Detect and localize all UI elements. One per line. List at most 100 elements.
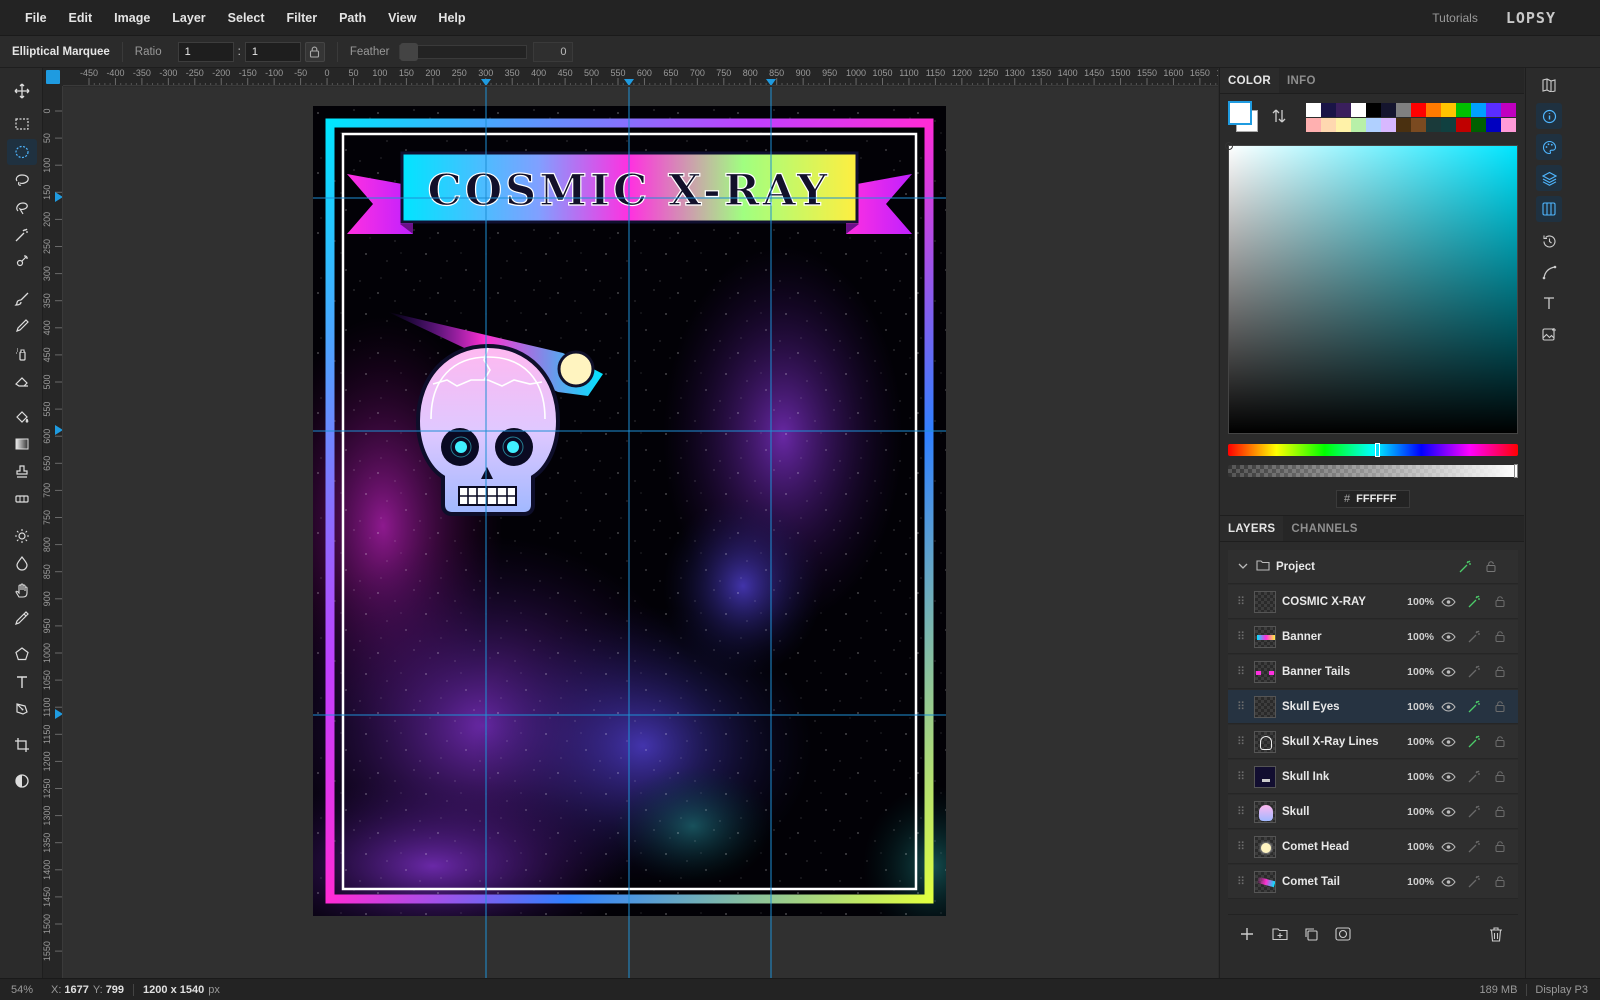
feather-slider[interactable] xyxy=(399,42,528,61)
menu-view[interactable]: View xyxy=(377,11,427,25)
drag-handle-icon[interactable]: ⠿ xyxy=(1236,875,1246,888)
menu-edit[interactable]: Edit xyxy=(58,11,104,25)
layer-effects-icon[interactable] xyxy=(1462,700,1486,713)
menu-layer[interactable]: Layer xyxy=(161,11,216,25)
color-swatch[interactable] xyxy=(1396,103,1411,117)
channels-panel-button[interactable] xyxy=(1536,196,1562,222)
drag-handle-icon[interactable]: ⠿ xyxy=(1236,770,1246,783)
drag-handle-icon[interactable]: ⠿ xyxy=(1236,630,1246,643)
color-swatch[interactable] xyxy=(1321,103,1336,117)
color-swatch[interactable] xyxy=(1501,103,1516,117)
layer-row[interactable]: ⠿ Banner 100% xyxy=(1228,620,1518,654)
navigator-panel-button[interactable] xyxy=(1536,72,1562,98)
layer-effects-icon[interactable] xyxy=(1462,665,1486,678)
tutorials-link[interactable]: Tutorials xyxy=(1432,11,1478,25)
layer-effects-icon[interactable] xyxy=(1462,630,1486,643)
lasso-tool[interactable] xyxy=(7,167,37,193)
layer-name[interactable]: Skull Ink xyxy=(1282,771,1394,783)
layer-lock-icon[interactable] xyxy=(1488,876,1512,887)
character-panel-button[interactable] xyxy=(1536,290,1562,316)
ratio-height-input[interactable]: 1 xyxy=(244,41,301,62)
layer-effects-icon[interactable] xyxy=(1462,840,1486,853)
layer-row[interactable]: ⠿ Skull X-Ray Lines 100% xyxy=(1228,725,1518,759)
layer-lock-icon[interactable] xyxy=(1488,806,1512,817)
layer-name[interactable]: COSMIC X-RAY xyxy=(1282,596,1394,608)
brush-tool[interactable] xyxy=(7,286,37,312)
drag-handle-icon[interactable]: ⠿ xyxy=(1236,595,1246,608)
tab-info[interactable]: INFO xyxy=(1279,68,1324,93)
color-swatch[interactable] xyxy=(1456,118,1471,132)
color-swatch[interactable] xyxy=(1411,103,1426,117)
color-swatch[interactable] xyxy=(1351,103,1366,117)
layer-name[interactable]: Skull xyxy=(1282,806,1394,818)
layer-row[interactable]: ⠿ COSMIC X-RAY 100% xyxy=(1228,585,1518,619)
swap-colors-button[interactable] xyxy=(1272,108,1286,127)
hue-slider[interactable] xyxy=(1228,443,1518,457)
group-lock-icon[interactable] xyxy=(1479,561,1503,572)
menu-path[interactable]: Path xyxy=(328,11,377,25)
menu-select[interactable]: Select xyxy=(217,11,276,25)
color-swatch[interactable] xyxy=(1456,103,1471,117)
hue-slider-handle[interactable] xyxy=(1375,443,1380,457)
guide-marker[interactable] xyxy=(55,709,63,719)
alpha-slider-handle[interactable] xyxy=(1514,464,1518,478)
ratio-lock-button[interactable] xyxy=(304,41,325,62)
layer-lock-icon[interactable] xyxy=(1488,631,1512,642)
dodge-tool[interactable] xyxy=(7,523,37,549)
feather-value-input[interactable]: 0 xyxy=(533,41,574,62)
color-swatch[interactable] xyxy=(1486,118,1501,132)
layer-opacity[interactable]: 100% xyxy=(1394,666,1434,678)
visibility-eye-icon[interactable] xyxy=(1436,771,1460,782)
delete-layer-button[interactable] xyxy=(1489,927,1503,945)
layer-opacity[interactable]: 100% xyxy=(1394,701,1434,713)
hex-input[interactable]: # FFFFFF xyxy=(1336,490,1410,508)
ratio-width-input[interactable]: 1 xyxy=(177,41,234,62)
tab-channels[interactable]: CHANNELS xyxy=(1283,516,1365,541)
guide-marker[interactable] xyxy=(55,192,63,202)
layer-name[interactable]: Banner Tails xyxy=(1282,666,1394,678)
add-mask-button[interactable] xyxy=(1335,927,1351,944)
text-tool[interactable] xyxy=(7,669,37,695)
new-group-button[interactable] xyxy=(1272,927,1288,944)
layer-effects-icon[interactable] xyxy=(1462,805,1486,818)
quick-select-tool[interactable] xyxy=(7,249,37,275)
color-swatch[interactable] xyxy=(1486,103,1501,117)
guide-marker[interactable] xyxy=(766,79,776,86)
layer-row[interactable]: ⠿ Skull Eyes 100% xyxy=(1228,690,1518,724)
color-swatch[interactable] xyxy=(1441,118,1456,132)
layer-opacity[interactable]: 100% xyxy=(1394,876,1434,888)
visibility-eye-icon[interactable] xyxy=(1436,806,1460,817)
menu-help[interactable]: Help xyxy=(427,11,476,25)
primary-color-swatch[interactable] xyxy=(1228,101,1252,125)
drag-handle-icon[interactable]: ⠿ xyxy=(1236,840,1246,853)
spray-tool[interactable] xyxy=(7,341,37,367)
visibility-eye-icon[interactable] xyxy=(1436,596,1460,607)
drag-handle-icon[interactable]: ⠿ xyxy=(1236,735,1246,748)
color-swatch[interactable] xyxy=(1471,118,1486,132)
guide-marker[interactable] xyxy=(481,79,491,86)
canvas-workspace[interactable]: COSMIC X-RAY xyxy=(63,87,1218,978)
color-swatch[interactable] xyxy=(1306,103,1321,117)
visibility-eye-icon[interactable] xyxy=(1436,631,1460,642)
move-tool[interactable] xyxy=(7,78,37,104)
pencil-tool[interactable] xyxy=(7,313,37,339)
picker-cursor[interactable] xyxy=(1225,142,1233,150)
pen-tool[interactable] xyxy=(7,696,37,722)
color-swatch[interactable] xyxy=(1366,118,1381,132)
layer-lock-icon[interactable] xyxy=(1488,841,1512,852)
history-panel-button[interactable] xyxy=(1536,228,1562,254)
color-swatch[interactable] xyxy=(1501,118,1516,132)
visibility-eye-icon[interactable] xyxy=(1436,736,1460,747)
color-swatch[interactable] xyxy=(1441,103,1456,117)
color-swatch[interactable] xyxy=(1321,118,1336,132)
quick-mask-toggle[interactable] xyxy=(7,768,37,794)
layer-row[interactable]: ⠿ Comet Head 100% xyxy=(1228,830,1518,864)
layer-name[interactable]: Skull X-Ray Lines xyxy=(1282,736,1394,748)
feather-slider-handle[interactable] xyxy=(400,42,419,61)
color-swatch[interactable] xyxy=(1381,103,1396,117)
layer-name[interactable]: Comet Head xyxy=(1282,841,1394,853)
layer-opacity[interactable]: 100% xyxy=(1394,631,1434,643)
image-panel-button[interactable] xyxy=(1536,321,1562,347)
color-swatch[interactable] xyxy=(1471,103,1486,117)
color-swatch[interactable] xyxy=(1306,118,1321,132)
